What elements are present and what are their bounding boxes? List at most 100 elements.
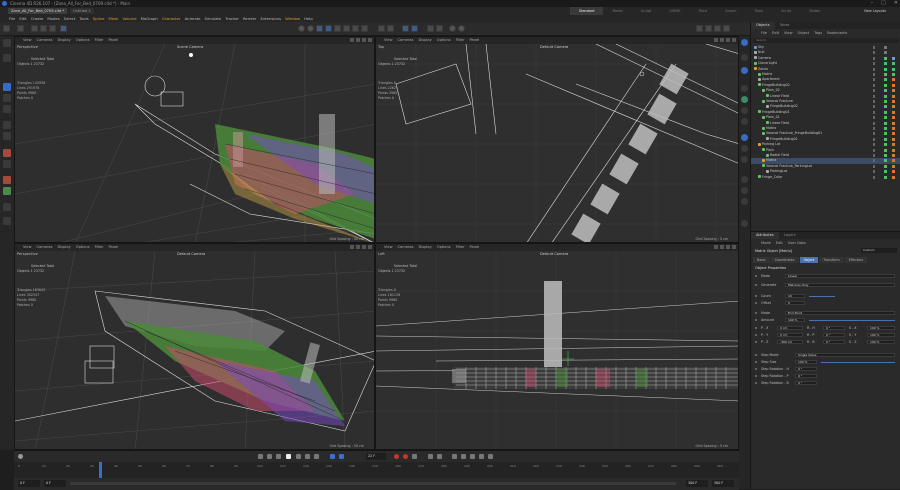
poly-pen-icon[interactable] bbox=[741, 54, 748, 61]
document-tab-active[interactable]: Zone_All_For_Bed_0709.c4d * bbox=[8, 8, 68, 14]
settings-icon[interactable] bbox=[741, 220, 748, 227]
lock-view-icon[interactable] bbox=[741, 39, 748, 46]
subdivision-icon[interactable] bbox=[343, 25, 350, 32]
rot-h-field[interactable]: 0 ° bbox=[823, 325, 845, 331]
visibility-dots-icon[interactable] bbox=[873, 105, 875, 109]
spline-icon[interactable] bbox=[334, 25, 341, 32]
enabled-check-icon[interactable] bbox=[884, 154, 887, 157]
visibility-dots-icon[interactable] bbox=[873, 170, 875, 174]
key-rotation-icon[interactable] bbox=[437, 454, 442, 459]
object-tag-icon[interactable] bbox=[892, 159, 895, 163]
visibility-dots-icon[interactable] bbox=[873, 121, 875, 125]
menu-tools[interactable]: Tools bbox=[79, 15, 88, 22]
enabled-check-icon[interactable] bbox=[884, 143, 887, 147]
scale-y-field[interactable]: 100 % bbox=[867, 332, 895, 338]
camera-label[interactable]: Default Camera bbox=[540, 252, 568, 256]
menu-animate[interactable]: Animate bbox=[185, 15, 201, 22]
generate-dropdown[interactable]: Matrices Only bbox=[785, 282, 895, 288]
deformer-icon[interactable] bbox=[361, 25, 368, 32]
menu-help[interactable]: Help bbox=[304, 15, 313, 22]
picture-viewer-icon[interactable] bbox=[705, 25, 712, 32]
objects-menu-bookmarks[interactable]: Bookmarks bbox=[827, 29, 847, 37]
step-size-slider[interactable] bbox=[821, 362, 895, 363]
layout-tab-model[interactable]: Model bbox=[603, 7, 631, 15]
attr-menu-mode[interactable]: Mode bbox=[761, 239, 771, 247]
enabled-check-icon[interactable] bbox=[884, 56, 887, 60]
scale-z-field[interactable]: 100 % bbox=[867, 339, 895, 345]
visibility-dots-icon[interactable] bbox=[873, 78, 875, 82]
objects-menu-file[interactable]: File bbox=[761, 29, 767, 37]
object-tag-icon[interactable] bbox=[892, 137, 895, 141]
object-row[interactable]: Fringe_Color bbox=[751, 175, 900, 180]
render-picture-icon[interactable] bbox=[307, 25, 314, 32]
step-size-field[interactable]: 100 % bbox=[795, 359, 817, 365]
enabled-check-icon[interactable] bbox=[884, 137, 887, 141]
object-tag-icon[interactable] bbox=[892, 116, 895, 120]
anim-dot[interactable] bbox=[755, 354, 757, 356]
visibility-dots-icon[interactable] bbox=[873, 94, 875, 98]
viewport-menu-filter[interactable]: Filter bbox=[95, 244, 104, 251]
visibility-dots-icon[interactable] bbox=[873, 46, 875, 49]
timeline-icon[interactable] bbox=[488, 454, 493, 459]
layout-tab-nodes[interactable]: Nodes bbox=[800, 7, 829, 15]
object-tag-icon[interactable] bbox=[892, 121, 895, 125]
object-tag-icon[interactable] bbox=[892, 89, 895, 93]
layout-tab-script[interactable]: Script bbox=[772, 7, 800, 15]
camera-icon[interactable] bbox=[387, 25, 394, 32]
go-to-start-icon[interactable] bbox=[258, 454, 263, 459]
enabled-check-icon[interactable] bbox=[884, 121, 887, 125]
anim-dot[interactable] bbox=[755, 319, 757, 321]
viewport-solo-icon[interactable] bbox=[449, 25, 456, 32]
light-icon[interactable] bbox=[402, 25, 409, 32]
enabled-check-icon[interactable] bbox=[884, 170, 887, 174]
array-icon[interactable] bbox=[352, 25, 359, 32]
viewport-menu-cameras[interactable]: Cameras bbox=[37, 244, 53, 251]
maximize-button[interactable]: □ bbox=[881, 0, 886, 7]
visibility-dots-icon[interactable] bbox=[873, 56, 875, 60]
object-tag-icon[interactable] bbox=[892, 132, 895, 136]
object-tag-icon[interactable] bbox=[892, 175, 895, 179]
tab-objects[interactable]: Objects bbox=[751, 22, 775, 29]
iron-icon[interactable] bbox=[741, 156, 748, 163]
viewport-menu-view[interactable]: View bbox=[23, 244, 32, 251]
menu-create[interactable]: Create bbox=[31, 15, 44, 22]
menu-edit[interactable]: Edit bbox=[19, 15, 26, 22]
layout-tab-track[interactable]: Track bbox=[745, 7, 772, 15]
model-mode-icon[interactable] bbox=[3, 121, 11, 129]
visibility-dots-icon[interactable] bbox=[873, 51, 875, 55]
bridge-icon[interactable] bbox=[741, 118, 748, 125]
magnet-icon[interactable] bbox=[741, 134, 748, 141]
scale-icon[interactable] bbox=[3, 94, 11, 102]
extrude-icon[interactable] bbox=[741, 96, 748, 103]
enabled-check-icon[interactable] bbox=[884, 148, 887, 152]
new-layouts-button[interactable]: New Layouts bbox=[864, 7, 886, 15]
texture-mode-icon[interactable] bbox=[3, 176, 11, 184]
visibility-dots-icon[interactable] bbox=[873, 137, 875, 141]
layout-tab-standard[interactable]: Standard bbox=[570, 7, 604, 15]
enabled-check-icon[interactable] bbox=[884, 67, 887, 71]
viewport-menu-display[interactable]: Display bbox=[419, 37, 432, 44]
viewport-layout-icon[interactable] bbox=[723, 25, 730, 32]
mirror-icon[interactable] bbox=[741, 176, 748, 183]
camera-label[interactable]: Default Camera bbox=[177, 252, 205, 256]
enabled-check-icon[interactable] bbox=[884, 127, 887, 130]
visibility-dots-icon[interactable] bbox=[873, 83, 875, 87]
axis-mode-icon[interactable] bbox=[3, 187, 11, 195]
tab-takes[interactable]: Takes bbox=[775, 22, 795, 29]
object-tag-icon[interactable] bbox=[892, 110, 895, 114]
key-param-icon[interactable] bbox=[461, 454, 466, 459]
subtab-coordinates[interactable]: Coordinates bbox=[770, 257, 799, 263]
objects-menu-object[interactable]: Object bbox=[798, 29, 810, 37]
viewport-left[interactable]: View Cameras Display Options Filter Pane… bbox=[375, 243, 739, 450]
sphere-icon[interactable] bbox=[741, 67, 748, 74]
subtab-effectors[interactable]: Effectors bbox=[844, 257, 868, 263]
subtab-object[interactable]: Object bbox=[799, 257, 819, 263]
menu-volume[interactable]: Volume bbox=[122, 15, 136, 22]
step-rot-p-field[interactable]: 0 ° bbox=[795, 373, 817, 379]
enabled-check-icon[interactable] bbox=[884, 83, 887, 87]
edit-render-icon[interactable] bbox=[714, 25, 721, 32]
attr-menu-edit[interactable]: Edit bbox=[776, 239, 783, 247]
viewport-top[interactable]: View Cameras Display Options Filter Pane… bbox=[375, 36, 739, 243]
rotate-icon[interactable] bbox=[3, 105, 11, 113]
enabled-check-icon[interactable] bbox=[884, 78, 887, 82]
